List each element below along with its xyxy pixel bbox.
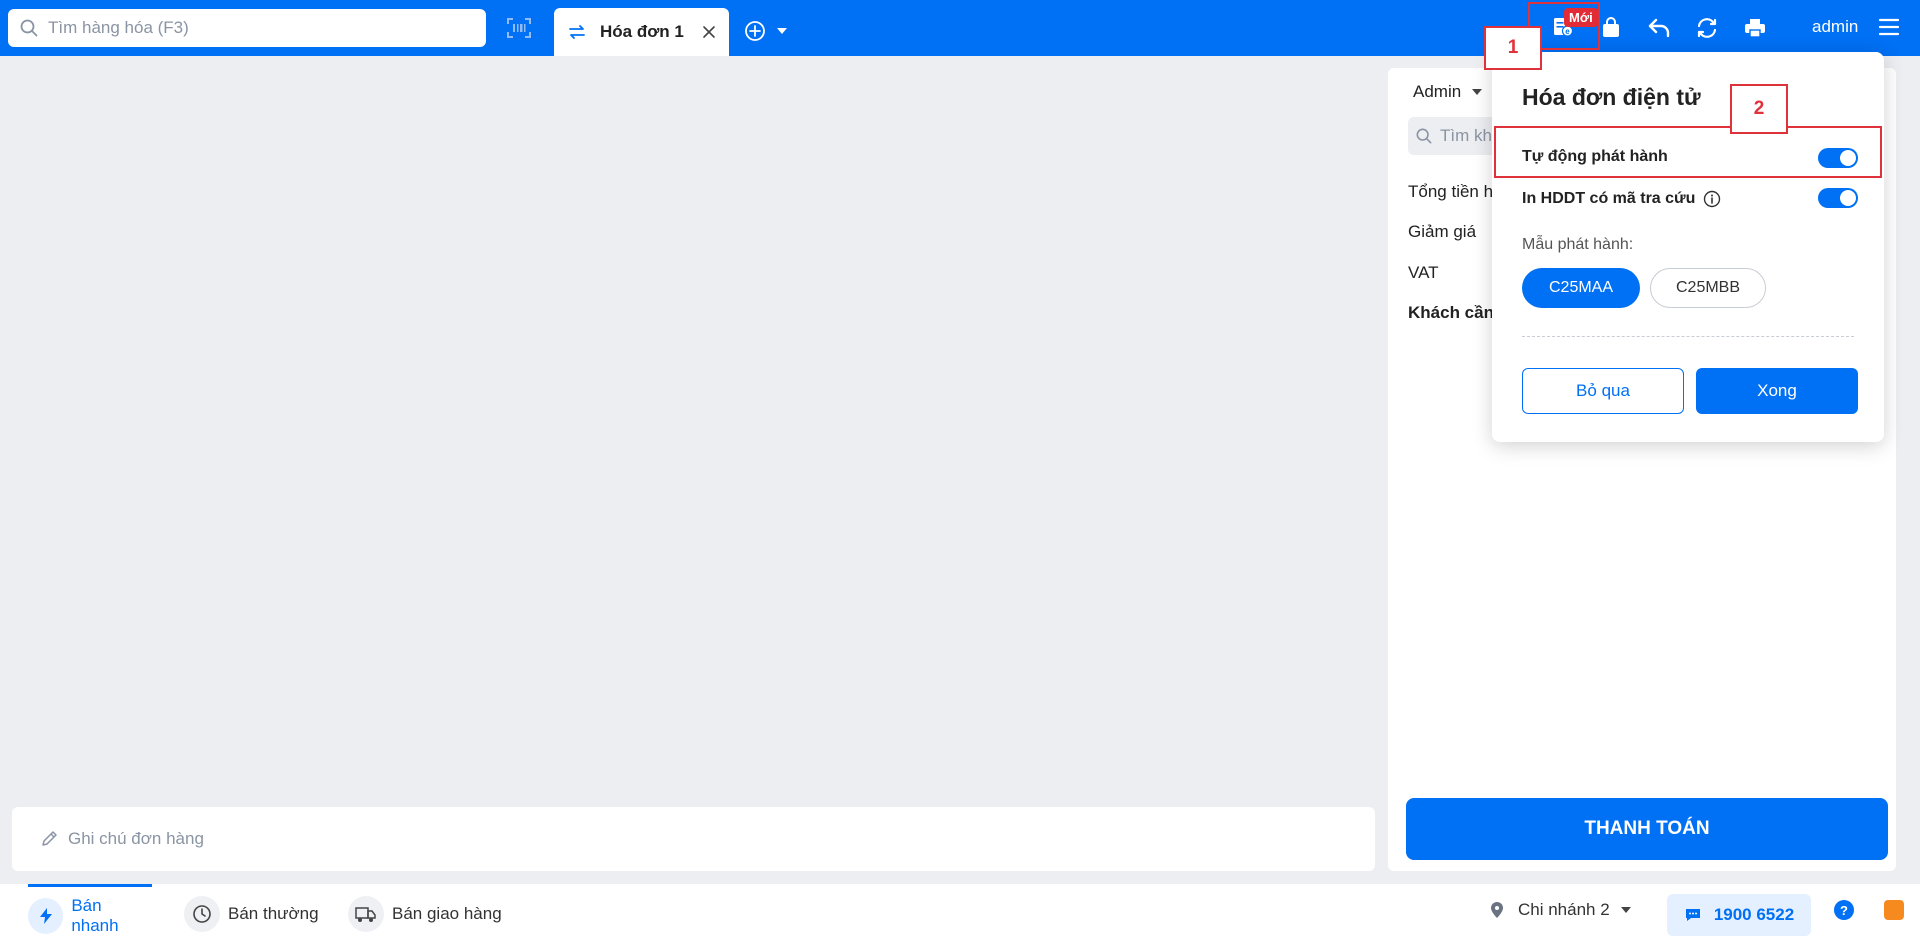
product-search-input[interactable] <box>48 18 468 38</box>
template-option-c25maa[interactable]: C25MAA <box>1522 268 1640 308</box>
tab-quick-sale-label: Bán nhanh <box>71 895 119 935</box>
annotation-highlight-auto-issue <box>1494 126 1882 178</box>
order-note-placeholder: Ghi chú đơn hàng <box>68 829 204 848</box>
chat-bubble-icon <box>1685 909 1700 921</box>
done-button[interactable]: Xong <box>1696 368 1858 414</box>
info-icon[interactable] <box>1703 190 1721 208</box>
add-tab-button[interactable] <box>744 19 792 43</box>
close-icon[interactable] <box>701 24 717 40</box>
total-label: Tổng tiền h <box>1408 182 1494 201</box>
skip-button[interactable]: Bỏ qua <box>1522 368 1684 414</box>
print-button[interactable] <box>1740 14 1770 42</box>
search-icon <box>20 19 38 37</box>
product-search[interactable] <box>8 9 486 47</box>
barcode-scan-button[interactable] <box>506 16 532 40</box>
einvoice-popup: Hóa đơn điện tử Tự động phát hành In HDD… <box>1492 52 1884 442</box>
hotline-button[interactable]: 1900 6522 <box>1667 894 1811 936</box>
bottom-bar: Bán nhanh Bán thường Bán giao hàng Chi n… <box>0 884 1920 944</box>
chevron-down-icon[interactable] <box>776 27 788 35</box>
chevron-down-icon <box>1472 89 1483 95</box>
barcode-icon <box>507 18 531 38</box>
undo-icon <box>1648 18 1670 38</box>
hotline-number: 1900 6522 <box>1713 905 1795 924</box>
tab-normal-sale[interactable]: Bán thường <box>184 884 319 944</box>
exchange-icon <box>1697 18 1717 38</box>
annotation-label-1: 1 <box>1484 26 1542 70</box>
location-pin-icon <box>1491 902 1503 918</box>
order-note[interactable]: Ghi chú đơn hàng <box>12 807 1375 871</box>
tab-invoice-1[interactable]: Hóa đơn 1 <box>554 8 729 56</box>
plus-circle-icon <box>745 21 765 41</box>
checkout-button[interactable]: THANH TOÁN <box>1406 798 1888 860</box>
help-icon[interactable]: ? <box>1834 900 1854 920</box>
print-lookup-toggle[interactable] <box>1818 188 1858 208</box>
hamburger-menu-icon[interactable] <box>1878 17 1900 37</box>
seller-name: Admin <box>1413 82 1462 101</box>
annotation-label-2: 2 <box>1730 84 1788 134</box>
tab-delivery-sale-label: Bán giao hàng <box>392 904 502 923</box>
tab-delivery-sale[interactable]: Bán giao hàng <box>348 884 502 944</box>
chevron-down-icon <box>1620 907 1631 913</box>
search-icon <box>1416 128 1432 144</box>
customer-pay-label: Khách cần t <box>1408 303 1505 322</box>
branch-name: Chi nhánh 2 <box>1518 900 1610 919</box>
top-bar: Hóa đơn 1 e Mới admin <box>0 0 1920 56</box>
user-name[interactable]: admin <box>1812 17 1858 37</box>
print-lookup-label: In HDDT có mã tra cứu <box>1522 190 1696 207</box>
divider <box>1522 336 1854 337</box>
vat-label: VAT <box>1408 263 1439 282</box>
truck-icon <box>348 896 384 932</box>
message-icon[interactable] <box>1884 900 1904 920</box>
printer-icon <box>1745 19 1765 38</box>
popup-title: Hóa đơn điện tử <box>1522 84 1701 110</box>
branch-select[interactable]: Chi nhánh 2 <box>1490 900 1632 920</box>
tab-label: Hóa đơn 1 <box>600 22 684 41</box>
template-label: Mẫu phát hành: <box>1522 236 1634 253</box>
pencil-icon <box>42 831 57 846</box>
template-option-c25mbb[interactable]: C25MBB <box>1650 268 1766 308</box>
lightning-icon <box>28 897 64 934</box>
discount-label: Giảm giá <box>1408 222 1477 241</box>
shopping-bag-icon <box>1603 17 1619 37</box>
seller-select[interactable]: Admin <box>1413 82 1483 102</box>
print-lookup-row: In HDDT có mã tra cứu <box>1522 190 1721 208</box>
swap-icon <box>569 25 585 39</box>
sync-button[interactable] <box>1692 14 1722 42</box>
bag-button[interactable] <box>1596 14 1626 42</box>
clock-icon <box>184 896 220 932</box>
return-button[interactable] <box>1644 14 1674 42</box>
tab-quick-sale[interactable]: Bán nhanh <box>28 884 152 944</box>
tab-normal-sale-label: Bán thường <box>228 904 319 923</box>
